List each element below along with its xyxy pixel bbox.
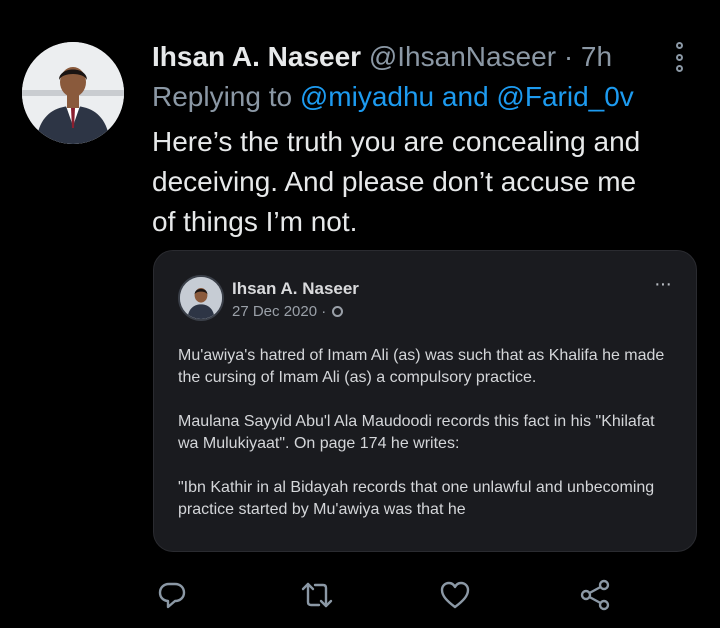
globe-icon [332,306,344,317]
embedded-paragraph: Maulana Sayyid Abu'l Ala Maudoodi record… [178,413,655,452]
author-handle[interactable]: @IhsanNaseer [369,41,556,72]
author-name[interactable]: Ihsan A. Naseer [152,41,361,72]
embedded-author-name: Ihsan A. Naseer [232,279,359,298]
share-icon[interactable] [578,578,612,612]
tweet-text-line: Here’s the truth you are concealing and [152,126,641,157]
embedded-date-text: 27 Dec 2020 · [232,303,327,320]
embedded-image[interactable]: Ihsan A. Naseer 27 Dec 2020 · ··· Mu'awi… [153,250,697,552]
mention-link[interactable]: @Farid_0v [496,81,633,112]
retweet-icon[interactable] [300,578,334,612]
like-icon[interactable] [438,578,472,612]
embedded-more-icon: ··· [654,273,672,295]
tweet-text: Here’s the truth you are concealing and … [152,122,712,242]
embedded-paragraph: "Ibn Kathir in al Bidayah records that o… [178,479,655,518]
separator: · [563,41,574,72]
embedded-post-date: 27 Dec 2020 · [232,303,344,320]
mention-link[interactable]: @miyadhu [300,81,434,112]
timestamp[interactable]: 7h [581,41,612,72]
author-avatar[interactable] [22,42,124,144]
embedded-post-body: Mu'awiya's hatred of Imam Ali (as) was s… [178,345,678,543]
replying-to-label: Replying to [152,81,293,112]
tweet-text-line: deceiving. And please don’t accuse me [152,166,637,197]
embedded-paragraph: Mu'awiya's hatred of Imam Ali (as) was s… [178,347,665,386]
replying-to: Replying to @miyadhu and @Farid_0v [152,80,634,114]
reply-icon[interactable] [155,578,189,612]
tweet-actions [0,578,720,612]
embedded-author-avatar [178,275,224,321]
tweet-text-line: of things I’m not. [152,206,358,237]
tweet-header: Ihsan A. Naseer @IhsanNaseer · 7h [152,40,612,74]
mention-and[interactable]: and [442,81,489,112]
more-options-icon[interactable] [670,42,688,72]
